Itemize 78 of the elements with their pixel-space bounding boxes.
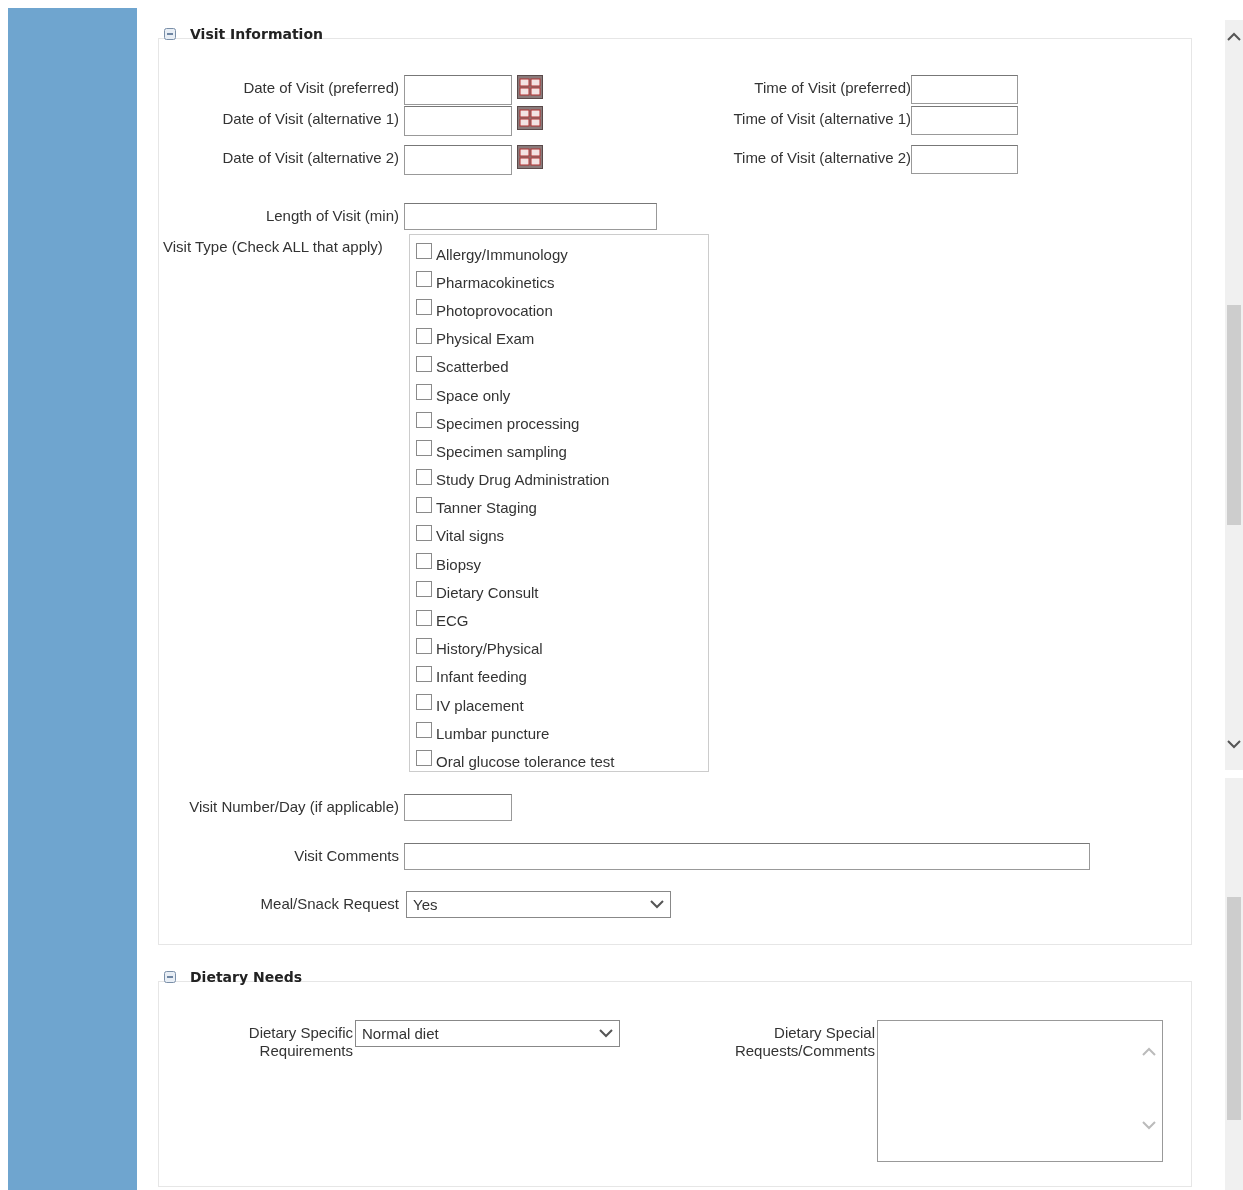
calendar-icon[interactable] (517, 75, 543, 99)
checkbox-label: Dietary Consult (436, 583, 539, 601)
checkbox[interactable] (416, 524, 432, 541)
checkbox[interactable] (416, 496, 432, 513)
field-label: Date of Visit (alternative 2) (221, 148, 400, 167)
section-title: Dietary Needs (190, 969, 303, 985)
checkbox-label: Oral glucose tolerance test (436, 752, 615, 770)
text-field[interactable] (404, 203, 657, 230)
checkbox-label: Physical Exam (436, 330, 535, 348)
date-field[interactable] (404, 106, 512, 136)
checkbox[interactable] (416, 299, 432, 316)
time-field[interactable] (911, 145, 1018, 174)
checkbox-label: History/Physical (436, 640, 543, 658)
text-field[interactable] (404, 794, 512, 821)
checkbox-label: Biopsy (436, 555, 482, 573)
calendar-icon[interactable] (517, 106, 543, 130)
field-label: Length of Visit (min) (264, 206, 400, 225)
checkbox-label: Lumbar puncture (436, 724, 550, 742)
checkbox-label: Specimen processing (436, 414, 580, 432)
dropdown[interactable]: Yes (406, 891, 671, 918)
field-label: Visit Type (Check ALL that apply) (163, 237, 384, 256)
calendar-icon[interactable] (517, 145, 543, 169)
checkbox-label: Infant feeding (436, 668, 527, 686)
checkbox-label: Pharmacokinetics (436, 273, 555, 291)
field-label: Dietary Specific Requirements (247, 1023, 354, 1060)
checkbox-label: Space only (436, 386, 511, 404)
checkbox[interactable] (416, 722, 432, 739)
checkbox-label: Allergy/Immunology (436, 245, 568, 263)
checkbox[interactable] (416, 412, 432, 429)
checkbox[interactable] (416, 243, 432, 260)
field-label: Visit Number/Day (if applicable) (188, 797, 400, 816)
date-field[interactable] (404, 145, 512, 175)
scroll-up-icon[interactable] (1227, 32, 1241, 41)
text-area[interactable] (877, 1020, 1163, 1162)
caret-icon (599, 1029, 613, 1038)
field-label: Dietary Special Requests/Comments (733, 1023, 876, 1060)
checkbox[interactable] (416, 553, 432, 570)
date-field[interactable] (404, 75, 512, 105)
scrollbar-thumb[interactable] (1227, 305, 1241, 525)
checkbox[interactable] (416, 271, 432, 288)
dropdown[interactable]: Normal diet (355, 1020, 620, 1047)
field-label: Time of Visit (alternative 1) (732, 109, 911, 128)
field-label: Date of Visit (preferred) (242, 78, 400, 97)
checkbox[interactable] (416, 750, 432, 767)
collapse-icon[interactable] (164, 27, 176, 40)
caret-icon (650, 900, 664, 909)
checkbox[interactable] (416, 609, 432, 626)
checkbox[interactable] (416, 355, 432, 372)
section-title: Visit Information (190, 26, 323, 42)
field-label: Time of Visit (preferred) (753, 78, 911, 97)
field-label: Date of Visit (alternative 1) (221, 109, 400, 128)
field-label: Time of Visit (alternative 2) (732, 148, 911, 167)
scrollbar-thumb[interactable] (1227, 897, 1241, 1120)
checkbox-label: Photoprovocation (436, 301, 553, 319)
scroll-down-icon[interactable] (1227, 740, 1241, 749)
time-field[interactable] (911, 106, 1018, 135)
time-field[interactable] (911, 75, 1018, 104)
field-label: Visit Comments (293, 846, 400, 865)
checkbox-label: Specimen sampling (436, 442, 567, 460)
checkbox[interactable] (416, 384, 432, 401)
checkbox[interactable] (416, 440, 432, 457)
scroll-down-icon (1142, 1121, 1156, 1130)
text-field[interactable] (404, 843, 1090, 870)
checkbox-label: IV placement (436, 696, 524, 714)
checkbox-label: Study Drug Administration (436, 471, 610, 489)
checkbox[interactable] (416, 665, 432, 682)
checkbox[interactable] (416, 694, 432, 711)
checkbox[interactable] (416, 327, 432, 344)
checkbox-label: ECG (436, 612, 469, 630)
checkbox[interactable] (416, 637, 432, 654)
checkbox[interactable] (416, 468, 432, 485)
collapse-icon[interactable] (164, 970, 176, 983)
field-label: Meal/Snack Request (259, 894, 400, 913)
checkbox-label: Scatterbed (436, 358, 509, 376)
checkbox[interactable] (416, 581, 432, 598)
scroll-up-icon (1142, 1047, 1156, 1056)
checkbox-label: Vital signs (436, 527, 505, 545)
checkbox-label: Tanner Staging (436, 499, 537, 517)
